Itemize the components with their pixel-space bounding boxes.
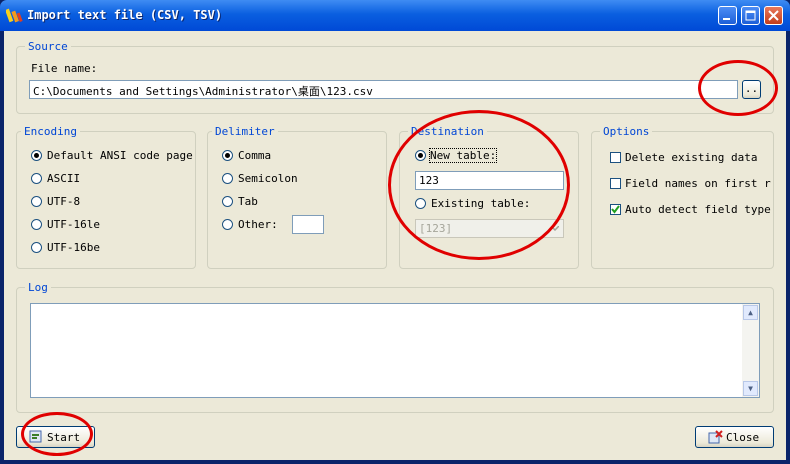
delimiter-legend: Delimiter xyxy=(212,125,278,138)
delimiter-option-label[interactable]: Comma xyxy=(238,149,271,162)
import-dialog-window: Import text file (CSV, TSV) Source File … xyxy=(0,0,790,464)
log-legend: Log xyxy=(25,281,51,294)
chevron-down-icon xyxy=(551,226,559,231)
scroll-down-arrow[interactable]: ▼ xyxy=(743,381,758,396)
auto-detect-checkbox[interactable] xyxy=(610,204,621,215)
maximize-button[interactable] xyxy=(741,6,760,25)
file-name-input[interactable]: C:\Documents and Settings\Administrator\… xyxy=(29,80,738,99)
field-names-checkbox[interactable] xyxy=(610,178,621,189)
window-title: Import text file (CSV, TSV) xyxy=(27,8,223,22)
delimiter-radio-tab[interactable] xyxy=(222,196,233,207)
file-name-label: File name: xyxy=(31,62,98,75)
encoding-option-label[interactable]: Default ANSI code page xyxy=(47,149,193,162)
encoding-radio-utf16le[interactable] xyxy=(31,219,42,230)
minimize-button[interactable] xyxy=(718,6,737,25)
encoding-option-label[interactable]: ASCII xyxy=(47,172,80,185)
encoding-radio-utf8[interactable] xyxy=(31,196,42,207)
browse-button[interactable]: .. xyxy=(742,80,761,99)
new-table-input[interactable]: 123 xyxy=(415,171,564,190)
option-label[interactable]: Auto detect field type xyxy=(625,203,771,216)
delimiter-radio-semicolon[interactable] xyxy=(222,173,233,184)
checkmark-icon xyxy=(611,205,620,214)
encoding-radio-default[interactable] xyxy=(31,150,42,161)
other-delimiter-input[interactable] xyxy=(292,215,324,234)
encoding-group: Encoding Default ANSI code page ASCII UT… xyxy=(16,125,196,269)
close-button[interactable]: Close xyxy=(695,426,774,448)
encoding-option-label[interactable]: UTF-8 xyxy=(47,195,80,208)
delimiter-radio-comma[interactable] xyxy=(222,150,233,161)
close-button-label: Close xyxy=(726,431,760,444)
option-label[interactable]: Field names on first r xyxy=(625,177,771,190)
log-group: Log ▲ ▼ xyxy=(16,281,774,413)
close-window-button[interactable] xyxy=(764,6,783,25)
existing-table-label[interactable]: Existing table: xyxy=(431,197,530,210)
source-legend: Source xyxy=(25,40,71,53)
options-legend: Options xyxy=(600,125,653,138)
encoding-radio-utf16be[interactable] xyxy=(31,242,42,253)
existing-table-value: [123] xyxy=(419,222,453,235)
maximize-icon xyxy=(745,10,756,21)
delimiter-radio-other[interactable] xyxy=(222,219,233,230)
destination-legend: Destination xyxy=(408,125,487,138)
import-icon xyxy=(29,430,42,443)
delimiter-option-label[interactable]: Semicolon xyxy=(238,172,298,185)
minimize-icon xyxy=(723,18,730,20)
log-scrollbar[interactable]: ▲ ▼ xyxy=(742,304,759,397)
destination-group: Destination New table: 123 Existing tabl… xyxy=(399,125,579,269)
scroll-up-arrow[interactable]: ▲ xyxy=(743,305,758,320)
start-button-label: Start xyxy=(47,431,81,444)
encoding-legend: Encoding xyxy=(21,125,80,138)
existing-table-select[interactable]: [123] xyxy=(415,219,564,238)
new-table-radio[interactable] xyxy=(415,150,426,161)
existing-table-radio[interactable] xyxy=(415,198,426,209)
start-button[interactable]: Start xyxy=(16,426,95,448)
delimiter-option-label[interactable]: Other: xyxy=(238,218,278,231)
encoding-radio-ascii[interactable] xyxy=(31,173,42,184)
close-icon xyxy=(768,10,779,21)
log-memo[interactable]: ▲ ▼ xyxy=(30,303,760,398)
new-table-label[interactable]: New table: xyxy=(428,148,498,163)
delete-existing-checkbox[interactable] xyxy=(610,152,621,163)
delimiter-option-label[interactable]: Tab xyxy=(238,195,258,208)
title-bar[interactable]: Import text file (CSV, TSV) xyxy=(0,0,790,31)
encoding-option-label[interactable]: UTF-16le xyxy=(47,218,100,231)
options-group: Options Delete existing data Field names… xyxy=(591,125,774,269)
option-label[interactable]: Delete existing data xyxy=(625,151,757,164)
app-icon xyxy=(6,8,23,23)
delimiter-group: Delimiter Comma Semicolon Tab Other: xyxy=(207,125,387,269)
source-group: Source File name: C:\Documents and Setti… xyxy=(16,40,774,114)
dialog-client-area: Source File name: C:\Documents and Setti… xyxy=(4,31,786,460)
encoding-option-label[interactable]: UTF-16be xyxy=(47,241,100,254)
close-dialog-icon xyxy=(708,430,723,444)
